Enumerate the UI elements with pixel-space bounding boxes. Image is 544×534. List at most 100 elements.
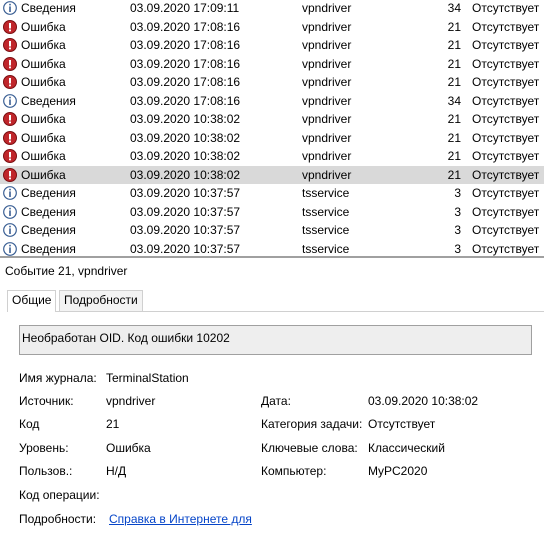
event-row[interactable]: Ошибка 03.09.2020 17:08:16 vpndriver 21 Отсу… — [0, 55, 544, 74]
event-date: 03.09.2020 17:08:16 — [130, 93, 241, 108]
event-source: vpndriver — [302, 149, 352, 163]
event-row[interactable]: Сведения 03.09.2020 10:37:57 tsservice 3 Отс… — [0, 203, 544, 222]
label-keywords: Ключевые слова: — [261, 441, 358, 455]
event-task-category: Отсутствует — [472, 93, 540, 108]
event-task-category: Отсутствует — [472, 56, 540, 71]
event-row[interactable]: Ошибка 03.09.2020 17:08:16 vpndriver 21 Отсу… — [0, 73, 544, 92]
event-row[interactable]: Сведения 03.09.2020 10:37:57 tsservice 3 Отс… — [0, 240, 544, 257]
info-icon — [3, 186, 17, 200]
event-task-category: Отсутствует — [472, 204, 540, 219]
event-task-category: Отсутствует — [472, 167, 540, 182]
event-task-category: Отсутствует — [472, 75, 540, 89]
value-keywords: Классический — [368, 441, 445, 455]
value-date: 03.09.2020 10:38:02 — [368, 394, 479, 408]
event-source: vpndriver — [302, 1, 352, 15]
event-id: 21 — [447, 38, 461, 52]
label-log-name: Имя журнала: — [19, 371, 97, 385]
help-online-link[interactable]: Справка в Интернете для — [109, 512, 252, 526]
event-source: vpndriver — [302, 167, 352, 182]
event-level: Сведения — [21, 241, 76, 256]
event-level: Ошибка — [21, 75, 66, 89]
event-task-category: Отсутствует — [472, 130, 540, 145]
event-row[interactable]: Ошибка 03.09.2020 10:38:02 vpndriver 21 Отсу… — [0, 165, 544, 184]
event-source: tsservice — [302, 223, 350, 237]
event-row[interactable]: Сведения 03.09.2020 10:37:57 tsservice 3 Отс… — [0, 184, 544, 203]
error-icon — [3, 149, 17, 163]
event-detail-title: Событие 21, vpndriver — [5, 264, 128, 278]
tab-details[interactable]: Подробности — [59, 290, 143, 311]
value-user: Н/Д — [106, 464, 127, 478]
event-source: vpndriver — [302, 38, 352, 52]
event-source: tsservice — [302, 204, 350, 219]
event-id: 34 — [447, 1, 461, 15]
event-date: 03.09.2020 10:37:57 — [130, 223, 241, 237]
info-icon — [3, 204, 17, 219]
event-task-category: Отсутствует — [472, 241, 540, 256]
event-level: Ошибка — [21, 19, 66, 34]
error-icon — [3, 56, 17, 71]
pane-divider[interactable] — [0, 256, 544, 258]
error-icon — [3, 167, 17, 182]
event-list[interactable]: Сведения 03.09.2020 17:09:11 vpndriver 34 От… — [0, 0, 544, 256]
event-level: Сведения — [21, 1, 76, 15]
event-level: Сведения — [21, 93, 76, 108]
event-level: Ошибка — [21, 167, 66, 182]
event-source: vpndriver — [302, 75, 352, 89]
event-level: Ошибка — [21, 56, 66, 71]
event-row[interactable]: Сведения 03.09.2020 10:37:57 tsservice 3 Отс… — [0, 221, 544, 240]
error-icon — [3, 75, 17, 89]
label-code: Код — [19, 417, 40, 431]
info-icon — [3, 223, 17, 237]
label-user: Пользов.: — [19, 464, 73, 478]
event-message-box[interactable]: Необработан OID. Код ошибки 10202 — [19, 325, 532, 355]
event-row[interactable]: Ошибка 03.09.2020 10:38:02 vpndriver 21 Отсу… — [0, 110, 544, 129]
label-level: Уровень: — [19, 441, 69, 455]
event-row[interactable]: Ошибка 03.09.2020 10:38:02 vpndriver 21 Отсу… — [0, 129, 544, 148]
event-level: Сведения — [21, 186, 76, 200]
error-icon — [3, 130, 17, 145]
tab-general[interactable]: Общие — [7, 290, 57, 312]
event-source: tsservice — [302, 241, 350, 256]
event-date: 03.09.2020 17:08:16 — [130, 75, 241, 89]
value-task-category: Отсутствует — [368, 417, 436, 431]
event-level: Сведения — [21, 223, 76, 237]
event-level: Ошибка — [21, 112, 66, 126]
label-opcode: Код операции: — [19, 488, 100, 502]
event-date: 03.09.2020 17:08:16 — [130, 56, 241, 71]
event-date: 03.09.2020 10:38:02 — [130, 167, 241, 182]
event-row[interactable]: Сведения 03.09.2020 17:08:16 vpndriver 34 От… — [0, 92, 544, 111]
event-id: 21 — [447, 149, 461, 163]
event-id: 3 — [454, 204, 461, 219]
event-source: vpndriver — [302, 112, 352, 126]
event-row[interactable]: Ошибка 03.09.2020 17:08:16 vpndriver 21 Отсу… — [0, 36, 544, 55]
event-id: 3 — [454, 223, 461, 237]
event-row[interactable]: Сведения 03.09.2020 17:09:11 vpndriver 34 От… — [0, 0, 544, 18]
tab-underline — [7, 311, 544, 312]
event-task-category: Отсутствует — [472, 149, 540, 163]
info-icon — [3, 1, 17, 15]
event-task-category: Отсутствует — [472, 19, 540, 34]
event-row[interactable]: Ошибка 03.09.2020 10:38:02 vpndriver 21 Отсу… — [0, 147, 544, 166]
event-date: 03.09.2020 17:08:16 — [130, 38, 241, 52]
event-row[interactable]: Ошибка 03.09.2020 17:08:16 vpndriver 21 Отсу… — [0, 18, 544, 37]
label-computer: Компьютер: — [261, 464, 327, 478]
label-date: Дата: — [261, 394, 291, 408]
event-id: 21 — [447, 112, 461, 126]
event-source: vpndriver — [302, 56, 352, 71]
event-level: Ошибка — [21, 130, 66, 145]
event-level: Ошибка — [21, 149, 66, 163]
event-task-category: Отсутствует — [472, 38, 540, 52]
event-level: Ошибка — [21, 38, 66, 52]
event-id: 21 — [447, 130, 461, 145]
value-code: 21 — [106, 417, 120, 431]
info-icon — [3, 93, 17, 108]
event-task-category: Отсутствует — [472, 1, 540, 15]
event-date: 03.09.2020 10:38:02 — [130, 130, 241, 145]
event-id: 3 — [454, 241, 461, 256]
event-date: 03.09.2020 10:37:57 — [130, 241, 241, 256]
event-id: 3 — [454, 186, 461, 200]
event-id: 21 — [447, 167, 461, 182]
error-icon — [3, 112, 17, 126]
event-id: 21 — [447, 56, 461, 71]
event-id: 34 — [447, 93, 461, 108]
